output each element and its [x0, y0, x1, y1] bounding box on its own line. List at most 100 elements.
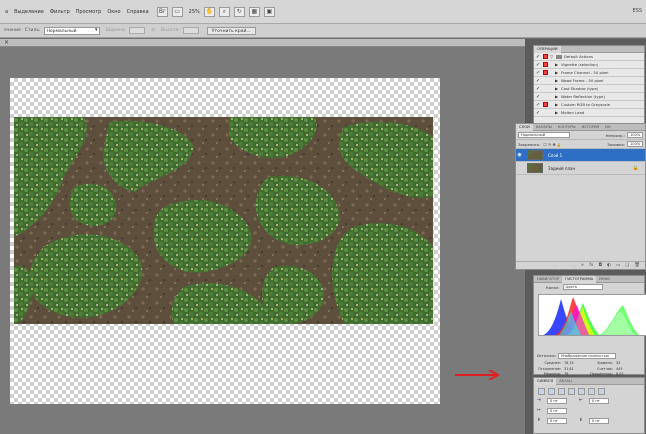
justify-all-icon[interactable] — [598, 388, 605, 395]
check-icon[interactable]: ✓ — [536, 54, 541, 60]
lock-icons[interactable]: ☐ ✎ ✥ 🔒 — [543, 142, 561, 147]
panel-icon[interactable]: ▭ — [592, 265, 596, 273]
menu-filter[interactable]: Фильтр — [50, 9, 70, 15]
dialog-toggle-icon[interactable] — [543, 86, 548, 91]
collapsed-panel-icons: ⊕ ◐ ▭ ❏ 🗑 — [545, 265, 645, 273]
channel-select[interactable]: Цвета — [562, 284, 603, 290]
zoom-level[interactable]: 25% — [189, 9, 200, 15]
menu-window[interactable]: Окно — [107, 9, 120, 15]
action-row[interactable]: ✓ ▶ Frame Channel - 50 pixel — [534, 69, 644, 77]
action-row[interactable]: ✓ ▶ Molten Lead — [534, 109, 644, 117]
tab-actions[interactable]: ОПЕРАЦИИ — [534, 45, 561, 53]
action-row[interactable]: ✓ ▽ Default Actions — [534, 53, 644, 61]
action-row[interactable]: ✓ ▶ Wood Frame - 50 pixel — [534, 77, 644, 85]
check-icon[interactable]: ✓ — [536, 70, 541, 76]
tab-character[interactable]: СИМВОЛ — [534, 377, 557, 385]
panel-dock: ОПЕРАЦИИ ✓ ▽ Default Actions ✓ ▶ Vignett… — [515, 39, 646, 434]
layer-name[interactable]: Задний план — [548, 166, 575, 171]
action-label: Frame Channel - 50 pixel — [561, 70, 609, 75]
aerial-photo[interactable] — [14, 117, 433, 324]
fill-field[interactable]: 100% — [627, 141, 643, 147]
workspace-label[interactable]: ESS — [632, 8, 642, 14]
height-field[interactable] — [182, 27, 199, 34]
space-after-field[interactable]: 0 пт — [589, 418, 609, 424]
menu-select[interactable]: Выделение — [14, 9, 44, 15]
layer-row[interactable]: Задний план 🔒 — [516, 162, 645, 175]
justify-right-icon[interactable] — [588, 388, 595, 395]
panel-icon[interactable]: ❏ — [612, 265, 616, 273]
dialog-toggle-icon[interactable] — [543, 62, 548, 67]
dialog-toggle-icon[interactable] — [543, 102, 548, 107]
action-row[interactable]: ✓ ▶ Cast Shadow (type) — [534, 85, 644, 93]
dialog-toggle-icon[interactable] — [543, 78, 548, 83]
panel-icon[interactable]: ⊕ — [553, 265, 557, 273]
tab-info-short[interactable]: ИН — [602, 125, 613, 129]
menu-view[interactable]: Просмотр — [76, 9, 102, 15]
action-row[interactable]: ✓ ▶ Water Reflection (type) — [534, 93, 644, 101]
opacity-label: Непрозр.: — [605, 132, 625, 138]
action-label: Custom RGB to Grayscale — [561, 102, 611, 107]
justify-left-icon[interactable] — [568, 388, 575, 395]
check-icon[interactable]: ✓ — [536, 62, 541, 68]
layer-row[interactable]: ◉ Слой 1 — [516, 149, 645, 162]
blend-mode-select[interactable]: Нормальный — [518, 132, 570, 138]
style-select[interactable]: Нормальный — [43, 26, 100, 35]
tab-paragraph[interactable]: АБЗАЦ — [556, 379, 574, 383]
refine-edge-button[interactable]: Уточнить край... — [206, 26, 256, 35]
tab-info[interactable]: ИНФО — [596, 277, 613, 281]
check-icon[interactable]: ✓ — [536, 86, 541, 92]
grid-icon[interactable]: ▦ — [248, 6, 260, 17]
aerial-photo-image — [14, 117, 433, 324]
justify-center-icon[interactable] — [578, 388, 585, 395]
fill-label: Заливка: — [607, 141, 625, 147]
check-icon[interactable]: ✓ — [536, 102, 541, 108]
tab-layers[interactable]: СЛОИ — [516, 123, 533, 131]
opacity-field[interactable]: 100% — [627, 132, 643, 138]
dialog-toggle-icon[interactable] — [543, 54, 548, 59]
tab-histogram[interactable]: ГИСТОГРАММА — [562, 275, 597, 283]
screen-mode-icon[interactable]: ▣ — [263, 6, 275, 17]
menu-help[interactable]: Справка — [127, 9, 149, 15]
channel-row: Канал: Цвета — [534, 283, 644, 291]
hand-icon[interactable]: ✋ — [203, 6, 215, 17]
channel-label: Канал: — [546, 284, 560, 290]
check-icon[interactable]: ✓ — [536, 94, 541, 100]
swap-icon[interactable]: ⇄ — [151, 28, 155, 33]
width-label: Ширина: — [105, 28, 127, 33]
dialog-toggle-icon[interactable] — [543, 94, 548, 99]
indent-left-field[interactable]: 0 пт — [547, 398, 567, 404]
dialog-toggle-icon[interactable] — [543, 70, 548, 75]
dialog-toggle-icon[interactable] — [543, 110, 548, 115]
rotate-icon[interactable]: ↻ — [233, 6, 245, 17]
indent-right-field[interactable]: 0 пт — [589, 398, 609, 404]
action-row[interactable]: ✓ ▶ Vignette (selection) — [534, 61, 644, 69]
source-select[interactable]: Изображение полностью — [558, 352, 617, 359]
align-left-icon[interactable] — [538, 388, 545, 395]
close-icon[interactable]: × — [4, 39, 9, 47]
eye-icon[interactable]: ◉ — [516, 152, 523, 158]
tab-paths[interactable]: КОНТУРЫ — [555, 125, 579, 129]
space-before-field[interactable]: 0 пт — [547, 418, 567, 424]
zoom-icon[interactable]: ⌕ — [218, 6, 230, 17]
action-label: Default Actions — [564, 54, 593, 59]
layer-name[interactable]: Слой 1 — [548, 153, 562, 158]
menu-bar: а Выделение Фильтр Просмотр Окно Справка… — [0, 0, 646, 24]
width-field[interactable] — [129, 27, 146, 34]
space-before-icon: ⇞ — [537, 418, 541, 423]
bridge-icon[interactable]: Br — [156, 6, 168, 17]
tab-channels[interactable]: КАНАЛЫ — [533, 125, 555, 129]
panel-icon[interactable]: ◐ — [572, 265, 576, 273]
panel-icon[interactable]: 🗑 — [631, 265, 637, 273]
arrange-icon[interactable]: ▭ — [171, 6, 183, 17]
check-icon[interactable]: ✓ — [536, 110, 541, 116]
align-center-icon[interactable] — [548, 388, 555, 395]
align-right-icon[interactable] — [558, 388, 565, 395]
tab-navigator[interactable]: НАВИГАТОР — [534, 277, 562, 281]
action-row[interactable]: ✓ ▶ Custom RGB to Grayscale — [534, 101, 644, 109]
first-line-field[interactable]: 0 пт — [547, 408, 567, 414]
actions-panel-tabs: ОПЕРАЦИИ — [534, 45, 644, 53]
menu-image[interactable]: а — [5, 9, 8, 15]
character-panel-tabs: СИМВОЛ АБЗАЦ — [534, 377, 644, 385]
tab-history[interactable]: ИСТОРИЯ — [579, 125, 603, 129]
check-icon[interactable]: ✓ — [536, 78, 541, 84]
